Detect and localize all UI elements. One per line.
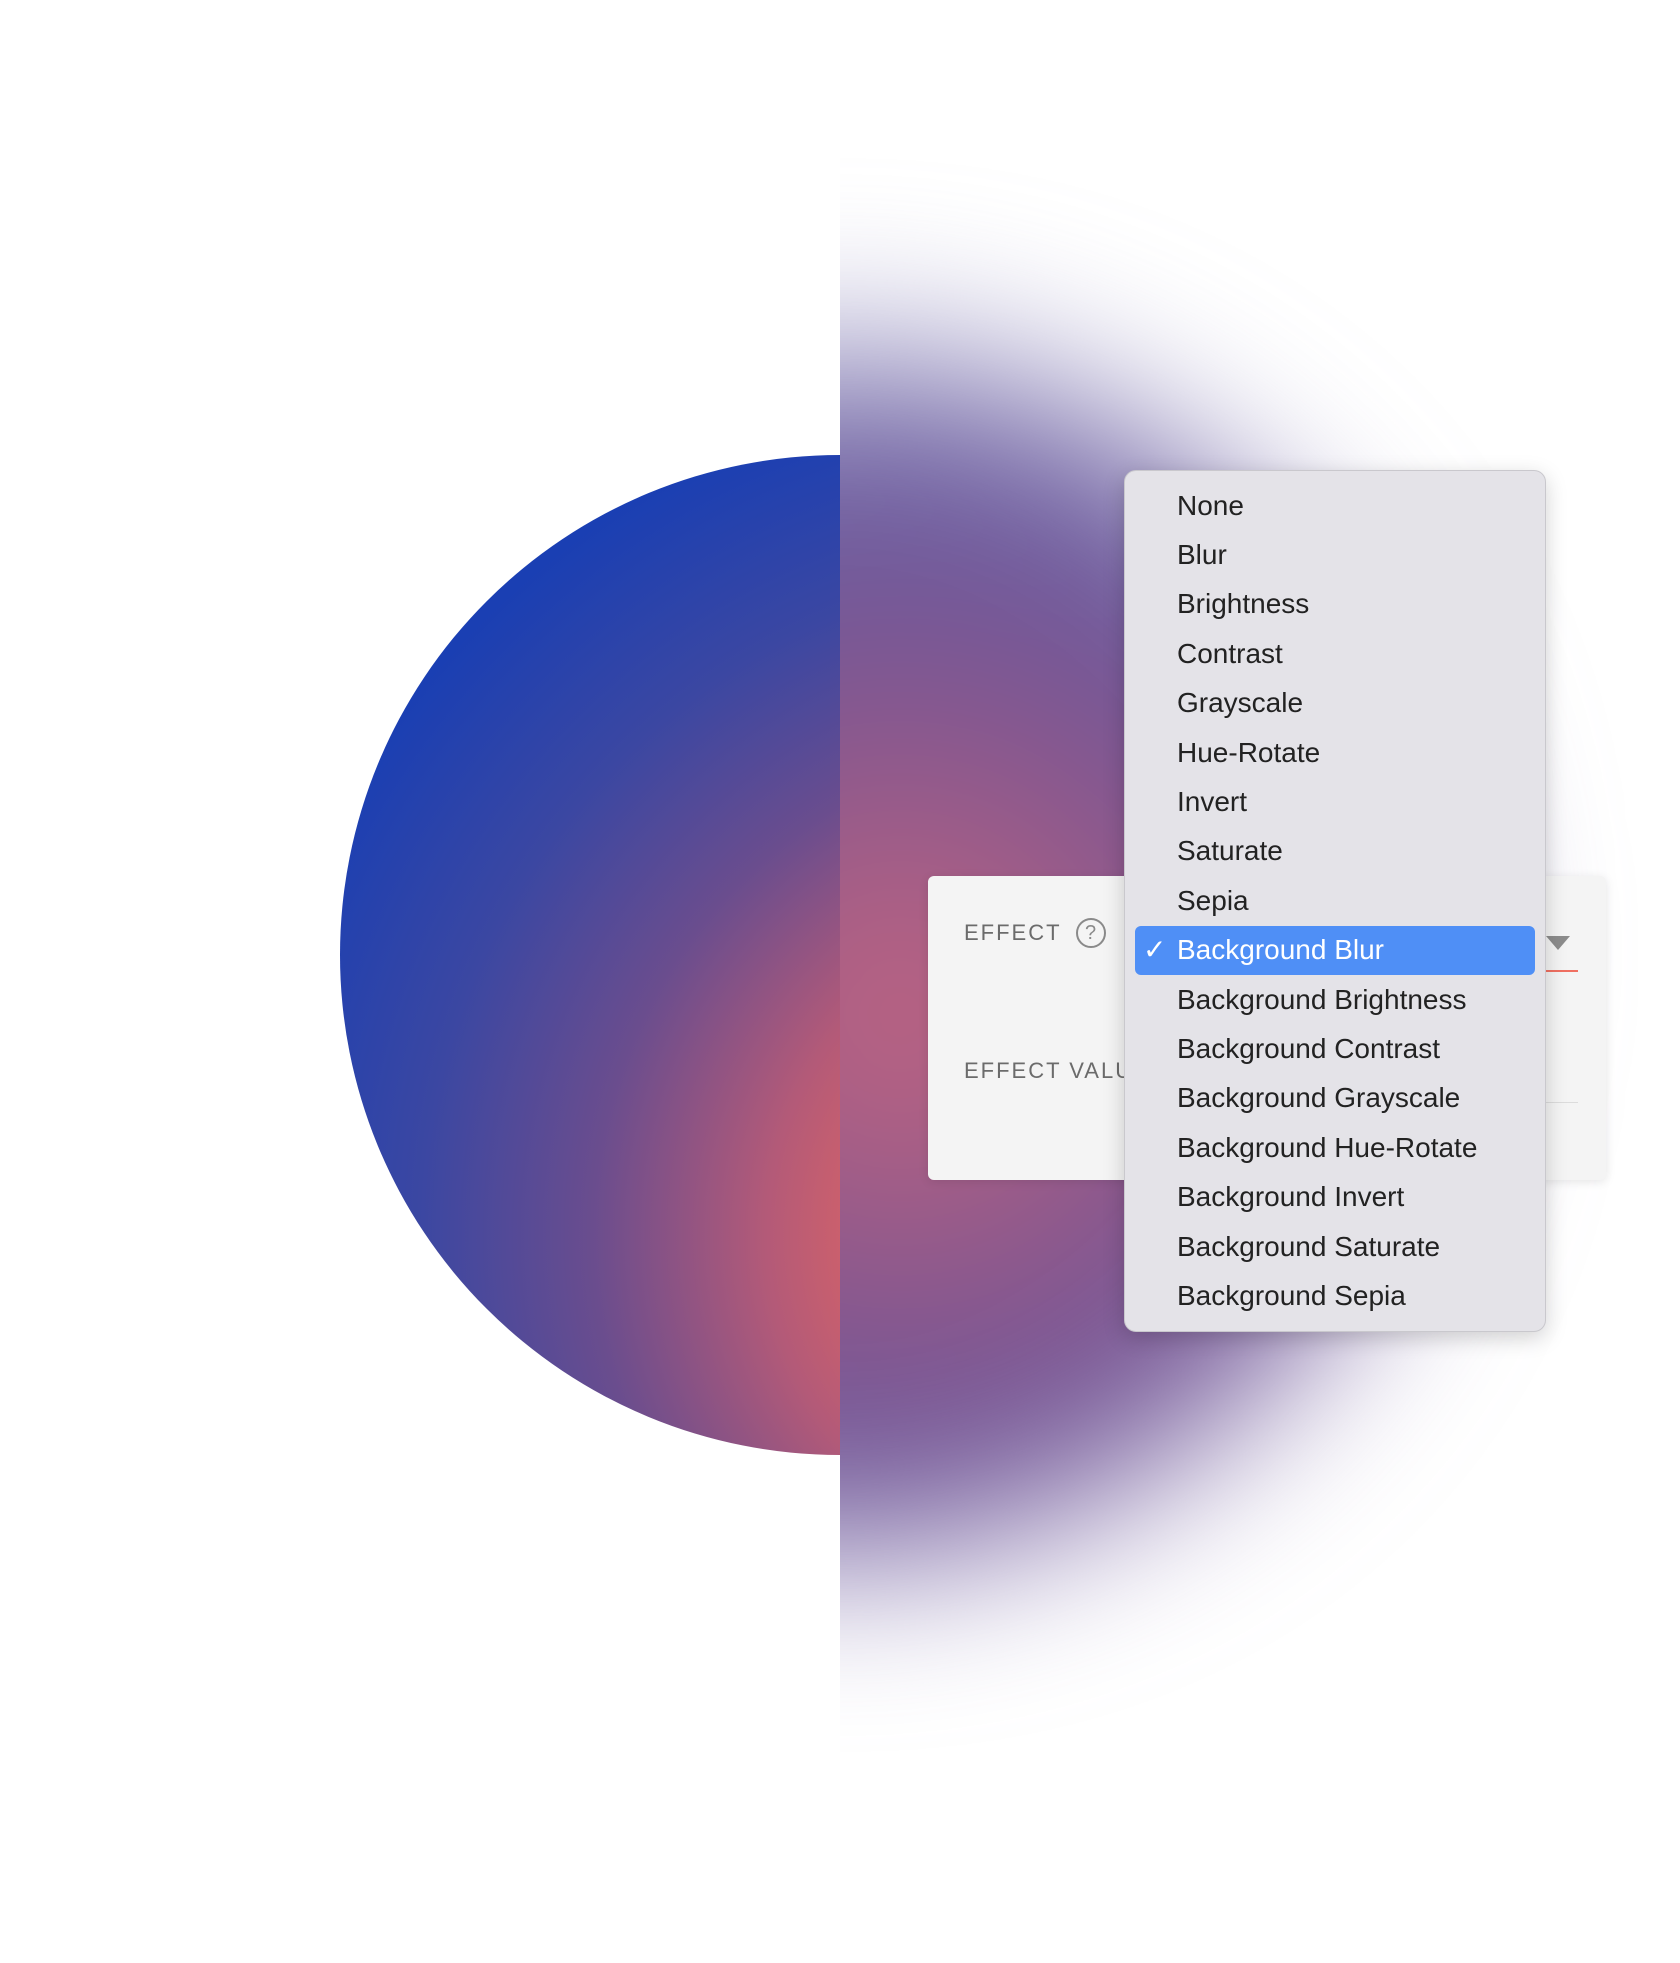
effect-dropdown-menu[interactable]: None Blur Brightness Contrast Grayscale Hue-R…: [1124, 470, 1546, 1332]
menu-item[interactable]: Sepia: [1135, 876, 1535, 925]
effect-row: EFFECT ?: [964, 918, 1106, 948]
menu-item-label: Background Brightness: [1177, 983, 1467, 1015]
menu-item-label: Background Invert: [1177, 1181, 1405, 1213]
sharp-sphere-half: [0, 0, 840, 1963]
menu-item-label: Sepia: [1177, 884, 1249, 916]
checkmark-icon: ✓: [1143, 934, 1167, 966]
menu-item-label: Background Saturate: [1177, 1230, 1441, 1262]
menu-item-label: Invert: [1177, 786, 1248, 818]
menu-item[interactable]: Background Sepia: [1135, 1271, 1535, 1320]
menu-item[interactable]: ✓ Background Blur: [1135, 925, 1535, 975]
menu-item[interactable]: Invert: [1135, 777, 1535, 826]
menu-item[interactable]: Background Contrast: [1135, 1024, 1535, 1073]
menu-item[interactable]: Grayscale: [1135, 679, 1535, 728]
menu-item[interactable]: Background Hue-Rotate: [1135, 1123, 1535, 1172]
effect-value-row: EFFECT VALUE: [964, 1058, 1150, 1084]
menu-item[interactable]: Background Invert: [1135, 1172, 1535, 1221]
menu-item[interactable]: Saturate: [1135, 827, 1535, 876]
menu-item-label: Background Sepia: [1177, 1279, 1406, 1311]
menu-item-label: Hue-Rotate: [1177, 736, 1321, 768]
chevron-down-icon[interactable]: [1546, 936, 1570, 950]
menu-item[interactable]: Contrast: [1135, 629, 1535, 678]
menu-item[interactable]: Blur: [1135, 530, 1535, 579]
gradient-sphere: [340, 455, 840, 1455]
question-circle-icon[interactable]: ?: [1075, 918, 1106, 948]
stage: EFFECT ? EFFECT VALUE None Blur Brightness…: [0, 0, 1680, 1963]
menu-item-label: Background Hue-Rotate: [1177, 1131, 1478, 1163]
menu-item[interactable]: Hue-Rotate: [1135, 728, 1535, 777]
menu-item-label: Blur: [1177, 539, 1227, 571]
menu-item[interactable]: Background Grayscale: [1135, 1074, 1535, 1123]
menu-item-label: None: [1177, 489, 1244, 521]
menu-item-label: Contrast: [1177, 637, 1283, 669]
menu-item[interactable]: None: [1135, 481, 1535, 530]
menu-item[interactable]: Background Brightness: [1135, 975, 1535, 1024]
menu-item-label: Brightness: [1177, 588, 1310, 620]
menu-item-label: Background Contrast: [1177, 1032, 1441, 1064]
menu-item-label: Saturate: [1177, 835, 1283, 867]
menu-item[interactable]: Brightness: [1135, 580, 1535, 629]
effect-label: EFFECT: [964, 920, 1062, 945]
menu-item[interactable]: Background Saturate: [1135, 1222, 1535, 1271]
effect-value-label: EFFECT VALUE: [964, 1058, 1150, 1083]
menu-item-label: Grayscale: [1177, 687, 1304, 719]
menu-item-label: Background Blur: [1177, 934, 1385, 966]
menu-item-label: Background Grayscale: [1177, 1082, 1461, 1114]
